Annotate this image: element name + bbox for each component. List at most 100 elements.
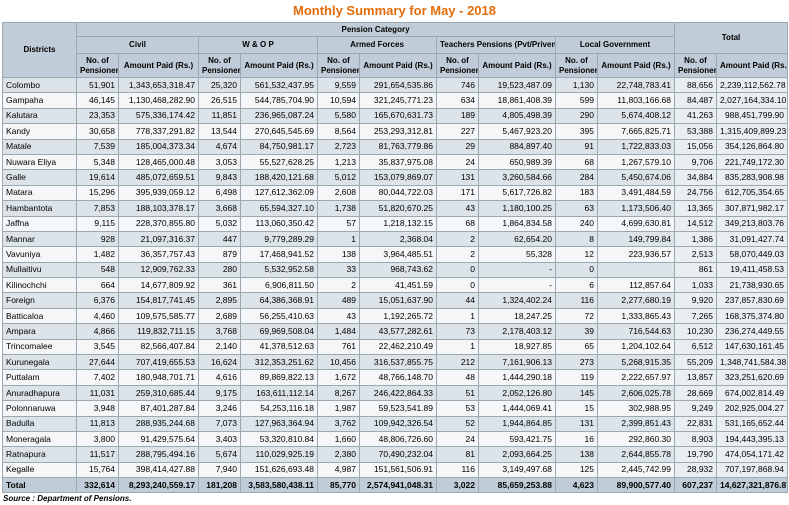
pensioner-count-cell: 664: [76, 277, 119, 294]
district-name: Moneragala: [2, 430, 77, 448]
amount-paid-cell: 19,411,458.53: [716, 261, 789, 279]
amount-paid-cell: 1,722,833.03: [596, 138, 676, 155]
pension-summary-table: Districts Pension Category Total Civil W…: [2, 22, 789, 494]
pensioner-count-cell: 3,768: [198, 323, 241, 340]
amount-paid-cell: 3,260,584.66: [478, 169, 556, 186]
amount-paid-cell: 188,420,121.68: [240, 169, 318, 186]
total-value: 89,900,577.40: [596, 477, 676, 494]
amount-paid-cell: 778,337,291.82: [118, 123, 199, 140]
district-name: Galle: [2, 169, 77, 186]
col-amount-paid: Amount Paid (Rs.): [596, 53, 676, 78]
amount-paid-cell: 612,705,354.65: [716, 184, 789, 202]
table-row: Mullaitivu 548 12,909,762.33 280 5,532,952.5…: [2, 261, 789, 279]
pensioner-count-cell: 7,073: [198, 415, 241, 432]
pensioner-count-cell: 6,376: [76, 292, 119, 309]
pensioner-count-cell: 84,487: [674, 92, 718, 109]
amount-paid-cell: 153,079,869.07: [359, 169, 437, 186]
table-row: Foreign 6,376 154,817,741.45 2,895 64,386,36…: [2, 292, 789, 309]
pensioner-count-cell: 10,230: [674, 323, 718, 340]
pensioner-count-cell: 599: [555, 92, 598, 109]
amount-paid-cell: 884,897.40: [478, 138, 556, 155]
pensioner-count-cell: 3,762: [317, 415, 360, 432]
pensioner-count-cell: 55,209: [674, 354, 718, 371]
district-name: Colombo: [2, 76, 77, 94]
table-row: Hambantota 7,853 188,103,378.17 3,668 65,594…: [2, 200, 789, 217]
amount-paid-cell: [596, 261, 676, 279]
pensioner-count-cell: 9,920: [674, 292, 718, 309]
amount-paid-cell: 228,370,855.80: [118, 215, 199, 232]
district-name: Mannar: [2, 230, 77, 248]
amount-paid-cell: 82,566,407.84: [118, 338, 199, 356]
amount-paid-cell: 194,443,395.13: [716, 430, 789, 448]
pensioner-count-cell: 1,386: [674, 230, 718, 248]
amount-paid-cell: 54,253,116.18: [240, 400, 318, 417]
total-value: 14,627,321,876.87: [716, 477, 789, 494]
amount-paid-cell: 1,444,290.18: [478, 369, 556, 386]
table-row: Colombo 51,901 1,343,653,318.47 25,320 561,5…: [2, 76, 789, 94]
district-name: Jaffna: [2, 215, 77, 232]
amount-paid-cell: 398,414,427.88: [118, 461, 199, 479]
amount-paid-cell: 56,255,410.63: [240, 307, 318, 325]
district-name: Gampaha: [2, 92, 77, 109]
pensioner-count-cell: 43: [436, 200, 479, 217]
pensioner-count-cell: 25,320: [198, 76, 241, 94]
amount-paid-cell: 2,399,851.43: [596, 415, 676, 432]
table-row: Jaffna 9,115 228,370,855.80 5,032 113,060,35…: [2, 215, 789, 232]
district-name: Batticaloa: [2, 307, 77, 325]
category-teachers: Teachers Pensions (Pvt/Priven): [436, 36, 556, 54]
total-value: 607,237: [674, 477, 718, 494]
pensioner-count-cell: 761: [317, 338, 360, 356]
pensioner-count-cell: 5,012: [317, 169, 360, 186]
table-row: Vavuniya 1,482 36,357,757.43 879 17,468,941.…: [2, 246, 789, 263]
pensioner-count-cell: 4,987: [317, 461, 360, 479]
pensioner-count-cell: 22,831: [674, 415, 718, 432]
pensioner-count-cell: 8,564: [317, 123, 360, 140]
amount-paid-cell: 288,795,494.16: [118, 446, 199, 463]
total-value: 8,293,240,559.17: [118, 477, 199, 494]
pensioner-count-cell: 189: [436, 107, 479, 125]
amount-paid-cell: 1,173,506.40: [596, 200, 676, 217]
pensioner-count-cell: 1,660: [317, 430, 360, 448]
amount-paid-cell: 236,965,087.24: [240, 107, 318, 125]
amount-paid-cell: 5,467,923.20: [478, 123, 556, 140]
amount-paid-cell: 91,429,575.64: [118, 430, 199, 448]
pensioner-count-cell: 3,948: [76, 400, 119, 417]
total-value: 85,659,253.88: [478, 477, 556, 494]
pensioner-count-cell: 119: [555, 369, 598, 386]
pensioner-count-cell: 8: [555, 230, 598, 248]
amount-paid-cell: 43,577,282.61: [359, 323, 437, 340]
pensioner-count-cell: 11,031: [76, 384, 119, 402]
amount-paid-cell: 9,779,289.29: [240, 230, 318, 248]
col-no-pensioners: No. of Pensioners: [198, 53, 241, 78]
table-row: Galle 19,614 485,072,659.51 9,843 188,420,12…: [2, 169, 789, 186]
amount-paid-cell: 2,178,403.12: [478, 323, 556, 340]
pensioner-count-cell: 5,580: [317, 107, 360, 125]
district-name: Ampara: [2, 323, 77, 340]
pensioner-count-cell: 183: [555, 184, 598, 202]
pensioner-count-cell: 15,056: [674, 138, 718, 155]
amount-paid-cell: 288,935,244.68: [118, 415, 199, 432]
amount-paid-cell: 968,743.62: [359, 261, 437, 279]
pensioner-count-cell: 145: [555, 384, 598, 402]
pensioner-count-cell: 9,706: [674, 153, 718, 171]
table-row: Polonnaruwa 3,948 87,401,287.84 3,246 54,253…: [2, 400, 789, 417]
district-name: Polonnaruwa: [2, 400, 77, 417]
amount-paid-cell: 188,103,378.17: [118, 200, 199, 217]
amount-paid-cell: 1,864,834.58: [478, 215, 556, 232]
pensioner-count-cell: 7,853: [76, 200, 119, 217]
amount-paid-cell: 354,126,864.80: [716, 138, 789, 155]
pensioner-count-cell: 273: [555, 354, 598, 371]
district-name: Kandy: [2, 123, 77, 140]
amount-paid-cell: 223,936.57: [596, 246, 676, 263]
district-name: Vavuniya: [2, 246, 77, 263]
col-no-pensioners: No. of Pensioners: [317, 53, 360, 78]
total-value: 4,623: [555, 477, 598, 494]
source-note: Source : Department of Pensions.: [3, 494, 132, 504]
pensioner-count-cell: 29: [436, 138, 479, 155]
amount-paid-cell: 48,766,148.70: [359, 369, 437, 386]
pensioner-count-cell: 51,901: [76, 76, 119, 94]
amount-paid-cell: 674,002,814.49: [716, 384, 789, 402]
table-row: Kalutara 23,353 575,336,174.42 11,851 236,96…: [2, 107, 789, 125]
amount-paid-cell: 650,989.39: [478, 153, 556, 171]
pensioner-count-cell: 11,813: [76, 415, 119, 432]
